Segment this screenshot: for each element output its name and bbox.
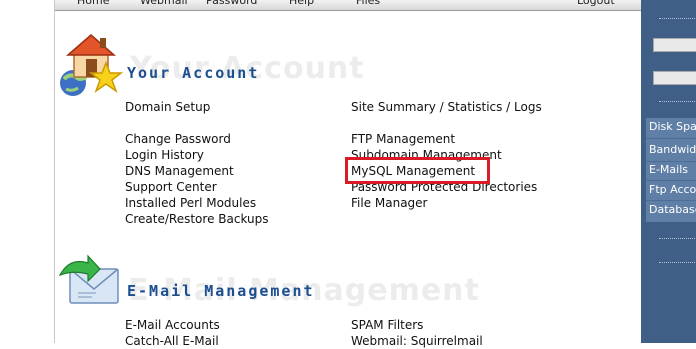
house-globe-star-icon — [60, 34, 124, 96]
email-accounts-link[interactable]: E-Mail Accounts — [125, 318, 220, 333]
file-manager-link[interactable]: File Manager — [351, 196, 428, 211]
catch-all-email-link[interactable]: Catch-All E-Mail — [125, 334, 219, 349]
sidebar-bandwidth: Bandwidth — [649, 143, 696, 156]
email-management-heading: E-Mail Management — [127, 282, 315, 300]
login-history-link[interactable]: Login History — [125, 148, 204, 163]
nav-help-link[interactable]: Help — [289, 0, 314, 8]
domain-setup-link[interactable]: Domain Setup — [125, 100, 210, 115]
nav-password-link[interactable]: Password — [206, 0, 257, 8]
nav-logout-link[interactable]: Logout — [577, 0, 615, 8]
mysql-highlight-box — [345, 157, 490, 184]
create-restore-backups-link[interactable]: Create/Restore Backups — [125, 212, 269, 227]
sidebar-divider — [659, 18, 696, 19]
sidebar-disk-space: Disk Space — [649, 120, 696, 133]
sidebar-input-2[interactable] — [653, 71, 696, 85]
nav-webmail-link[interactable]: Webmail — [140, 0, 188, 8]
right-sidebar: Disk Space Bandwidth E-Mails Ftp Account… — [641, 0, 696, 343]
spam-filters-link[interactable]: SPAM Filters — [351, 318, 423, 333]
sidebar-separator — [646, 200, 696, 201]
ftp-management-link[interactable]: FTP Management — [351, 132, 455, 147]
change-password-link[interactable]: Change Password — [125, 132, 231, 147]
email-envelope-icon — [58, 254, 119, 304]
sidebar-divider — [659, 101, 696, 102]
sidebar-separator — [646, 161, 696, 162]
sidebar-separator — [646, 138, 696, 139]
nav-files-link[interactable]: Files — [356, 0, 380, 8]
sidebar-divider — [659, 238, 696, 239]
sidebar-separator — [646, 180, 696, 181]
sidebar-ftp-accounts: Ftp Accounts — [649, 183, 696, 196]
support-center-link[interactable]: Support Center — [125, 180, 217, 195]
dns-management-link[interactable]: DNS Management — [125, 164, 234, 179]
sidebar-input-1[interactable] — [653, 38, 696, 52]
your-account-heading: Your Account — [127, 64, 260, 82]
installed-perl-modules-link[interactable]: Installed Perl Modules — [125, 196, 256, 211]
webmail-squirrelmail-link[interactable]: Webmail: Squirrelmail — [351, 334, 483, 349]
sidebar-databases: Databases — [649, 203, 696, 216]
site-summary-link[interactable]: Site Summary / Statistics / Logs — [351, 100, 542, 115]
sidebar-emails: E-Mails — [649, 163, 688, 176]
nav-home-link[interactable]: Home — [77, 0, 109, 8]
top-navigation-bar: Home Webmail Password Help Files Logout — [55, 0, 641, 11]
sidebar-divider — [659, 262, 696, 263]
left-margin — [0, 0, 55, 343]
main-content: Your Account Your Account Domain Setup C… — [56, 11, 641, 348]
